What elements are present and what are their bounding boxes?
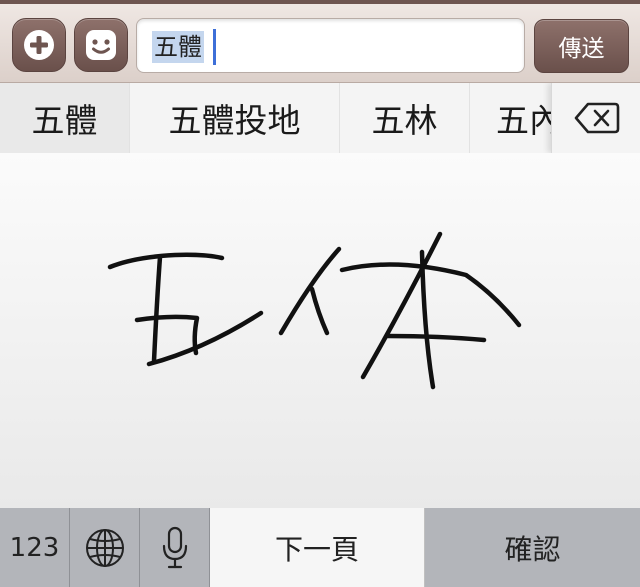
candidate-item[interactable]: 五體 bbox=[0, 83, 130, 153]
add-button[interactable] bbox=[12, 18, 66, 72]
handwriting-strokes bbox=[107, 231, 522, 390]
send-button[interactable]: 傳送 bbox=[534, 19, 629, 73]
ink-stroke bbox=[146, 310, 264, 367]
globe-key[interactable] bbox=[70, 508, 140, 587]
plus-icon bbox=[24, 30, 54, 60]
delete-button[interactable] bbox=[551, 83, 640, 153]
ink-stroke bbox=[134, 314, 200, 356]
handwriting-pad[interactable] bbox=[0, 153, 640, 508]
confirm-key[interactable]: 確認 bbox=[425, 508, 640, 587]
text-caret bbox=[213, 29, 216, 65]
input-toolbar: 五體 傳送 bbox=[0, 0, 640, 83]
ink-stroke bbox=[278, 246, 342, 336]
ink-stroke bbox=[107, 252, 225, 270]
candidate-item[interactable]: 五體投地 bbox=[130, 83, 340, 153]
ink-stroke bbox=[309, 286, 330, 336]
candidate-bar: 五體 五體投地 五林 五內 bbox=[0, 83, 640, 153]
ink-stroke bbox=[419, 249, 436, 390]
next-page-key[interactable]: 下一頁 bbox=[210, 508, 425, 587]
microphone-icon bbox=[162, 526, 187, 568]
backspace-icon bbox=[574, 102, 619, 134]
globe-icon bbox=[85, 528, 124, 567]
ink-stroke bbox=[339, 262, 522, 328]
input-text: 五體 bbox=[152, 31, 204, 63]
emoji-button[interactable] bbox=[74, 18, 128, 72]
ink-stroke bbox=[385, 333, 487, 343]
numbers-key[interactable]: 123 bbox=[0, 508, 70, 587]
smiley-icon bbox=[86, 30, 116, 60]
ink-stroke bbox=[151, 254, 163, 364]
candidate-item[interactable]: 五林 bbox=[340, 83, 470, 153]
candidate-item[interactable]: 五內 bbox=[470, 83, 552, 153]
message-input[interactable]: 五體 bbox=[136, 18, 525, 73]
keyboard-bottom-row: 123 下一頁 確認 bbox=[0, 508, 640, 587]
microphone-key[interactable] bbox=[140, 508, 210, 587]
